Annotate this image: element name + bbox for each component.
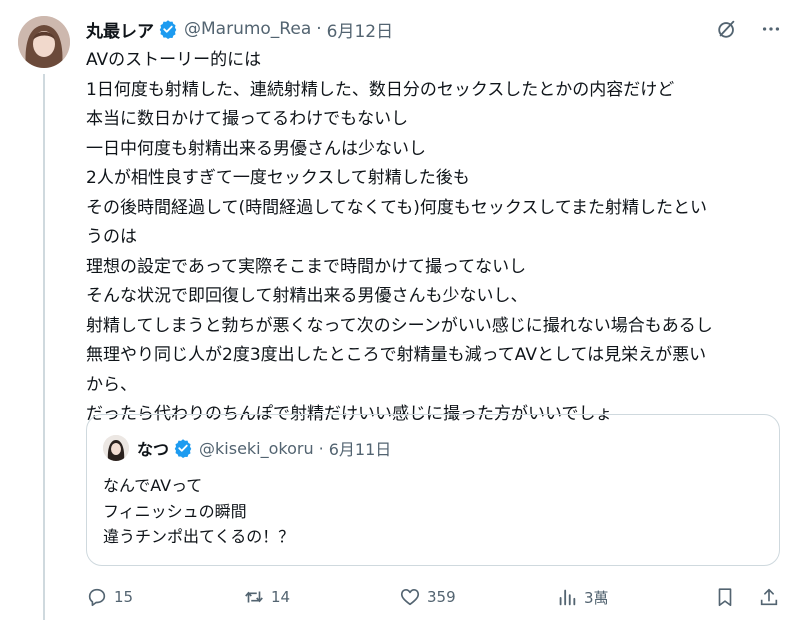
repost-icon [243, 586, 265, 608]
grok-icon[interactable] [716, 18, 738, 44]
tweet-line: そんな状況で即回復して射精出来る男優さんも少ないし、 [86, 286, 528, 306]
repost-count: 14 [271, 588, 291, 606]
quote-date[interactable]: 6月11日 [329, 436, 392, 460]
quote-line: 違うチンポ出てくるの！？ [103, 527, 295, 546]
quote-text: なんでAVって フィニッシュの瞬間 違うチンポ出てくるの！？ [103, 473, 294, 550]
tweet-line: うのは [86, 227, 137, 247]
quote-author-handle[interactable]: @kiseki_okoru [199, 439, 314, 458]
separator-dot: · [318, 438, 324, 458]
verified-badge-icon [173, 438, 193, 458]
author-name[interactable]: 丸最レア [86, 17, 154, 42]
tweet-date[interactable]: 6月12日 [327, 17, 393, 42]
tweet-line: その後時間経過して(時間経過してなくても)何度もセックスしてまた射精したとい [86, 197, 708, 218]
tweet-header: 丸最レア @Marumo_Rea · 6月12日 [86, 14, 393, 44]
bookmark-button[interactable] [714, 586, 736, 608]
tweet-line: 本当に数日かけて撮ってるわけでもないし [86, 109, 409, 129]
author-handle[interactable]: @Marumo_Rea [184, 19, 311, 39]
quote-author-name[interactable]: なつ [137, 436, 169, 460]
separator-dot: · [316, 19, 322, 39]
like-icon [399, 586, 421, 608]
like-button[interactable]: 359 [399, 586, 456, 608]
views-button[interactable]: 3萬 [556, 586, 609, 608]
tweet-actions-bar: 15 14 359 3萬 [86, 586, 786, 610]
quote-avatar [103, 435, 129, 461]
more-icon[interactable] [760, 18, 782, 44]
repost-button[interactable]: 14 [243, 586, 290, 608]
tweet-line: 理想の設定であって実際そこまで時間かけて撮ってないし [86, 256, 527, 277]
share-icon [758, 586, 780, 608]
reply-button[interactable]: 15 [86, 586, 133, 608]
views-icon [556, 586, 578, 608]
like-count: 359 [427, 588, 456, 606]
quoted-tweet[interactable]: なつ @kiseki_okoru · 6月11日 なんでAVって フィニッシュの… [86, 414, 780, 566]
share-button[interactable] [758, 586, 780, 608]
tweet-line: 無理やり同じ人が2度3度出したところで射精量も減ってAVとしては見栄えが悪い [86, 345, 707, 365]
views-count: 3萬 [584, 588, 609, 607]
bookmark-icon [714, 586, 736, 608]
verified-badge-icon [158, 19, 178, 39]
tweet-line: 2人が相性良すぎて一度セックスして射精した後も [86, 168, 470, 188]
reply-icon [86, 586, 108, 608]
avatar[interactable] [18, 16, 70, 68]
reply-count: 15 [114, 588, 134, 606]
tweet-line: 一日中何度も射精出来る男優さんは少ないし [86, 138, 426, 159]
tweet-line: AVのストーリー的には [86, 50, 262, 70]
quote-line: フィニッシュの瞬間 [103, 501, 247, 521]
tweet-line: から、 [86, 374, 137, 395]
quote-header: なつ @kiseki_okoru · 6月11日 [103, 435, 391, 461]
quote-line: なんでAVって [103, 476, 203, 495]
tweet-top-actions [716, 18, 782, 44]
tweet-line: 1日何度も射精した、連続射精した、数日分のセックスしたとかの内容だけど [86, 79, 675, 100]
thread-line [43, 74, 45, 620]
tweet-text: AVのストーリー的には 1日何度も射精した、連続射精した、数日分のセックスしたと… [86, 46, 786, 430]
tweet-line: 射精してしまうと勃ちが悪くなって次のシーンがいい感じに撮れない場合もあるし [86, 315, 713, 336]
